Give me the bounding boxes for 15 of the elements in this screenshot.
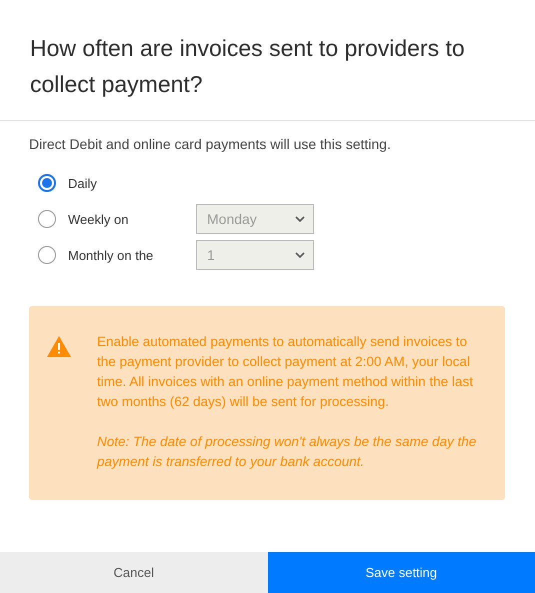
- save-button[interactable]: Save setting: [268, 552, 535, 593]
- dialog-title: How often are invoices sent to providers to collect payment?: [30, 34, 466, 99]
- radio-button[interactable]: [38, 174, 56, 192]
- option-label[interactable]: Monthly on the: [68, 248, 196, 262]
- warning-icon: [47, 336, 71, 357]
- option-label[interactable]: Daily: [68, 176, 196, 190]
- chevron-icon: [295, 216, 305, 222]
- alert-note: Note: The date of processing won't always be the same day the payment is transferred to your bank account.: [97, 433, 478, 471]
- description-text: Direct Debit and online card payments will use this setting.: [29, 136, 392, 152]
- radio-button[interactable]: [38, 246, 56, 264]
- radio-button[interactable]: [38, 210, 56, 228]
- option-label[interactable]: Weekly on: [68, 212, 196, 226]
- alert-message: Enable automated payments to automatically send invoices to the payment provider to collect payment at 2:00 AM, your local time. All invoices with an online payment method within the last two months (62 days) will be sent for processing.: [97, 333, 474, 411]
- chevron-icon: [295, 252, 305, 258]
- cancel-button[interactable]: Cancel: [0, 552, 268, 593]
